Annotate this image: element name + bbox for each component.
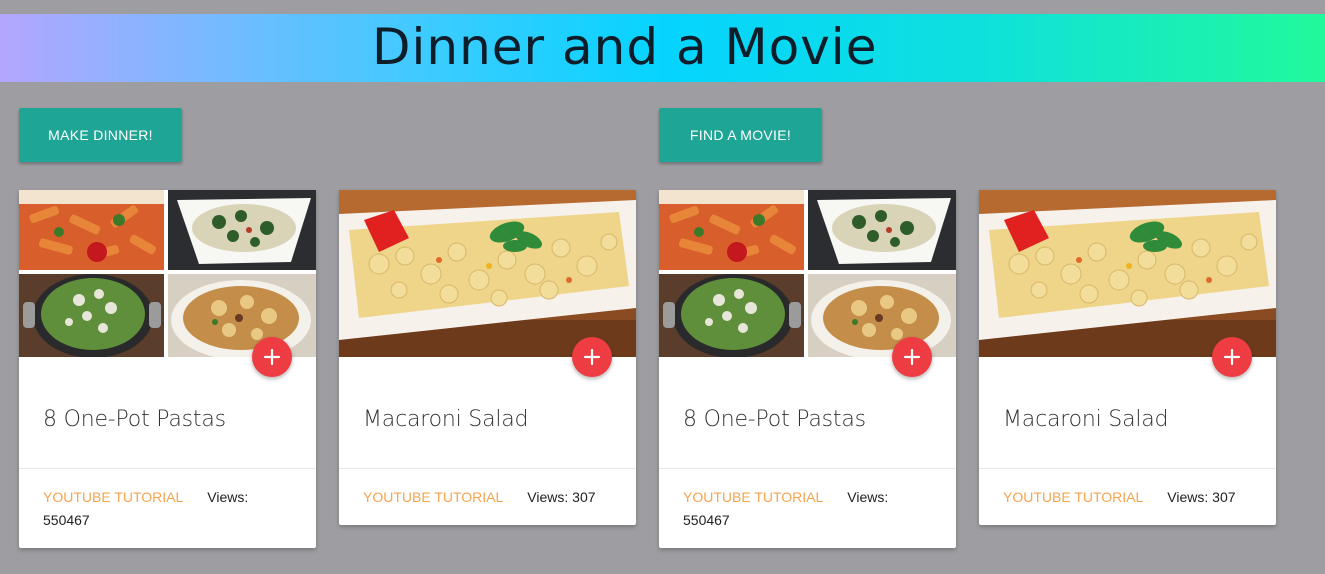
card-title: 8 One-Pot Pastas — [683, 407, 866, 432]
card-action: YOUTUBE TUTORIAL Views: 550467 — [19, 468, 316, 548]
card-title: Macaroni Salad — [1003, 407, 1169, 432]
youtube-tutorial-link[interactable]: YOUTUBE TUTORIAL — [363, 489, 503, 505]
plus-icon — [1223, 348, 1241, 366]
add-button[interactable] — [572, 337, 612, 377]
card-image — [339, 190, 636, 377]
card-action: YOUTUBE TUTORIAL Views: 307 — [979, 468, 1276, 525]
recipe-card: Macaroni Salad YOUTUBE TUTORIAL Views: 30… — [339, 190, 636, 525]
card-title: 8 One-Pot Pastas — [43, 407, 226, 432]
views-count: Views: 307 — [527, 489, 596, 505]
recipe-card: 8 One-Pot Pastas YOUTUBE TUTORIAL Views: … — [19, 190, 316, 548]
add-button[interactable] — [1212, 337, 1252, 377]
recipe-card: Macaroni Salad YOUTUBE TUTORIAL Views: 30… — [979, 190, 1276, 525]
pasta-collage-image — [659, 190, 956, 357]
find-movie-button[interactable]: FIND A MOVIE! — [659, 108, 822, 162]
add-button[interactable] — [892, 337, 932, 377]
page-title: Dinner and a Movie — [372, 18, 878, 76]
pasta-collage-image — [19, 190, 316, 357]
recipe-card: 8 One-Pot Pastas YOUTUBE TUTORIAL Views: … — [659, 190, 956, 548]
card-image — [979, 190, 1276, 377]
card-action: YOUTUBE TUTORIAL Views: 550467 — [659, 468, 956, 548]
card-title: Macaroni Salad — [363, 407, 529, 432]
macaroni-salad-image — [979, 190, 1276, 357]
header-banner: Dinner and a Movie — [0, 14, 1325, 82]
add-button[interactable] — [252, 337, 292, 377]
plus-icon — [583, 348, 601, 366]
youtube-tutorial-link[interactable]: YOUTUBE TUTORIAL — [1003, 489, 1143, 505]
card-image — [659, 190, 956, 377]
plus-icon — [263, 348, 281, 366]
views-count: Views: 307 — [1167, 489, 1236, 505]
youtube-tutorial-link[interactable]: YOUTUBE TUTORIAL — [43, 489, 183, 505]
card-action: YOUTUBE TUTORIAL Views: 307 — [339, 468, 636, 525]
plus-icon — [903, 348, 921, 366]
make-dinner-button[interactable]: MAKE DINNER! — [19, 108, 182, 162]
youtube-tutorial-link[interactable]: YOUTUBE TUTORIAL — [683, 489, 823, 505]
macaroni-salad-image — [339, 190, 636, 357]
card-image — [19, 190, 316, 377]
